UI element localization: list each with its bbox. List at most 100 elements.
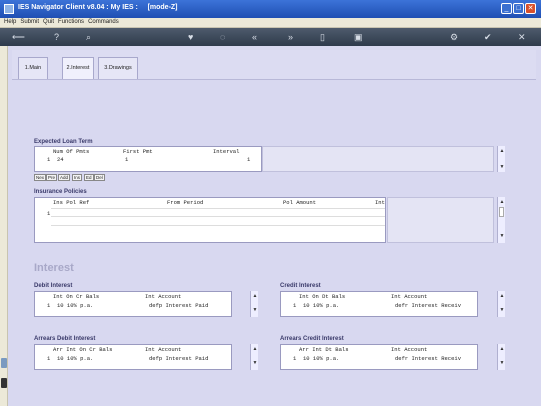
save-icon[interactable]: ▣: [354, 32, 363, 42]
loan-term-grid: Num Of Pmts First Pmt Interval 1 24 1 1: [34, 146, 262, 172]
arrears-credit-title: Arrears Credit Interest: [280, 336, 344, 342]
cell-rate[interactable]: 10 10% p.a.: [57, 355, 93, 362]
scroll-thumb[interactable]: [499, 207, 504, 217]
scroll-up-icon[interactable]: ▲: [498, 199, 506, 205]
scroll-down-icon[interactable]: ▼: [498, 360, 506, 366]
row-number: 1: [47, 156, 51, 163]
cell-num-of-pmts[interactable]: 24: [57, 156, 64, 163]
menu-bar: Help Submit Quit Functions Commands: [0, 18, 541, 28]
col-interval: Interval: [213, 148, 240, 155]
insurance-title: Insurance Policies: [34, 189, 87, 195]
scroll-up-icon[interactable]: ▲: [498, 346, 506, 352]
row-number: 1: [47, 210, 51, 217]
divider: [51, 225, 385, 226]
col-int: Int: [375, 199, 385, 206]
col-arr-int-dt-bals: Arr Int Dt Bals: [299, 346, 349, 353]
close-button[interactable]: ✕: [525, 3, 536, 14]
check-icon[interactable]: ✔: [484, 32, 492, 42]
menu-commands[interactable]: Commands: [88, 19, 119, 25]
row-number: 1: [293, 302, 297, 309]
menu-submit[interactable]: Submit: [20, 19, 39, 25]
rewind-icon[interactable]: «: [252, 32, 257, 42]
app-icon: [4, 4, 14, 14]
arrears-debit-scrollbar[interactable]: ▲ ▼: [250, 344, 258, 370]
forward-icon[interactable]: »: [288, 32, 293, 42]
insurance-grid: Ins Pol Ref From Period Pol Amount Int 1: [34, 197, 386, 243]
col-int-account: Int Account: [145, 346, 182, 353]
scroll-up-icon[interactable]: ▲: [498, 148, 506, 154]
left-strip: [0, 46, 8, 406]
help-icon[interactable]: ?: [54, 32, 59, 42]
scroll-up-icon[interactable]: ▲: [251, 293, 259, 299]
loan-term-title: Expected Loan Term: [34, 139, 93, 145]
debit-interest-grid: Int On Cr Bals Int Account 1 10 10% p.a.…: [34, 291, 232, 317]
cell-rate[interactable]: 10 10% p.a.: [303, 355, 339, 362]
scroll-down-icon[interactable]: ▼: [498, 164, 506, 170]
col-int-account: Int Account: [145, 293, 182, 300]
side-app-icon[interactable]: [1, 358, 7, 368]
tab-main[interactable]: 1.Main: [18, 57, 48, 79]
document-icon[interactable]: ▯: [320, 32, 325, 42]
scroll-up-icon[interactable]: ▲: [251, 346, 259, 352]
maximize-button[interactable]: □: [513, 3, 524, 14]
cell-account[interactable]: defr Interest Receiv: [395, 355, 461, 362]
next-button[interactable]: Nex: [34, 174, 47, 181]
menu-functions[interactable]: Functions: [58, 19, 84, 25]
loan-term-scrollbar[interactable]: ▲ ▼: [497, 146, 505, 172]
insurance-row[interactable]: [51, 208, 385, 217]
cell-rate[interactable]: 10 10% p.a.: [57, 302, 93, 309]
title-bar: IES Navigator Client v8.04 : My IES : [m…: [0, 0, 541, 18]
search-icon[interactable]: ⌕: [86, 32, 91, 42]
credit-scrollbar[interactable]: ▲ ▼: [497, 291, 505, 317]
cell-account[interactable]: defp Interest Paid: [149, 355, 208, 362]
delete-button[interactable]: Del: [94, 174, 105, 181]
scroll-down-icon[interactable]: ▼: [251, 307, 259, 313]
row-number: 1: [47, 302, 51, 309]
scroll-down-icon[interactable]: ▼: [251, 360, 259, 366]
minimize-button[interactable]: _: [501, 3, 512, 14]
tab-drawings[interactable]: 3.Drawings: [98, 57, 138, 79]
scroll-up-icon[interactable]: ▲: [498, 293, 506, 299]
cell-account[interactable]: defp Interest Paid: [149, 302, 208, 309]
edit-button[interactable]: Ed: [84, 174, 94, 181]
refresh-icon[interactable]: ◌: [220, 32, 225, 42]
col-ins-pol-ref: Ins Pol Ref: [53, 199, 90, 206]
menu-quit[interactable]: Quit: [43, 19, 54, 25]
cell-first-pmt[interactable]: 1: [125, 156, 128, 163]
arrears-credit-scrollbar[interactable]: ▲ ▼: [497, 344, 505, 370]
scroll-down-icon[interactable]: ▼: [498, 233, 506, 239]
add-button[interactable]: Add: [58, 174, 71, 181]
col-num-of-pmts: Num Of Pmts: [53, 148, 90, 155]
record-nav-buttons: Nex Pre Add Ins Ed Del: [34, 174, 124, 181]
col-int-account: Int Account: [391, 293, 428, 300]
toolbar: ⟵ ? ⌕ ♥ ◌ « » ▯ ▣ ⚙ ✔ ✕: [0, 28, 541, 46]
loan-term-side-panel: [262, 146, 494, 172]
tab-bar: 1.Main 2.Interest 3.Drawings: [12, 50, 536, 80]
heart-icon[interactable]: ♥: [188, 32, 193, 42]
credit-interest-grid: Int On Dt Bals Int Account 1 10 10% p.a.…: [280, 291, 478, 317]
arrears-credit-grid: Arr Int Dt Bals Int Account 1 10 10% p.a…: [280, 344, 478, 370]
row-number: 1: [293, 355, 297, 362]
close-icon[interactable]: ✕: [518, 32, 526, 42]
tab-interest[interactable]: 2.Interest: [62, 57, 94, 79]
col-int-on-dt-bals: Int On Dt Bals: [299, 293, 346, 300]
cell-account[interactable]: defr Interest Receiv: [395, 302, 461, 309]
col-pol-amount: Pol Amount: [283, 199, 317, 206]
col-first-pmt: First Pmt: [123, 148, 153, 155]
scroll-down-icon[interactable]: ▼: [498, 307, 506, 313]
arrears-debit-grid: Arr Int On Cr Bals Int Account 1 10 10% …: [34, 344, 232, 370]
col-int-account: Int Account: [391, 346, 428, 353]
col-int-on-cr-bals: Int On Cr Bals: [53, 293, 100, 300]
insurance-scrollbar[interactable]: ▲ ▼: [497, 197, 505, 243]
credit-interest-title: Credit Interest: [280, 283, 321, 289]
row-number: 1: [47, 355, 51, 362]
back-arrow-icon[interactable]: ⟵: [12, 32, 25, 42]
insert-button[interactable]: Ins: [72, 174, 83, 181]
menu-help[interactable]: Help: [4, 19, 16, 25]
debit-scrollbar[interactable]: ▲ ▼: [250, 291, 258, 317]
side-info-icon[interactable]: [1, 378, 7, 388]
settings-icon[interactable]: ⚙: [450, 32, 458, 42]
previous-button[interactable]: Pre: [46, 174, 58, 181]
cell-interval[interactable]: 1: [247, 156, 250, 163]
cell-rate[interactable]: 10 10% p.a.: [303, 302, 339, 309]
